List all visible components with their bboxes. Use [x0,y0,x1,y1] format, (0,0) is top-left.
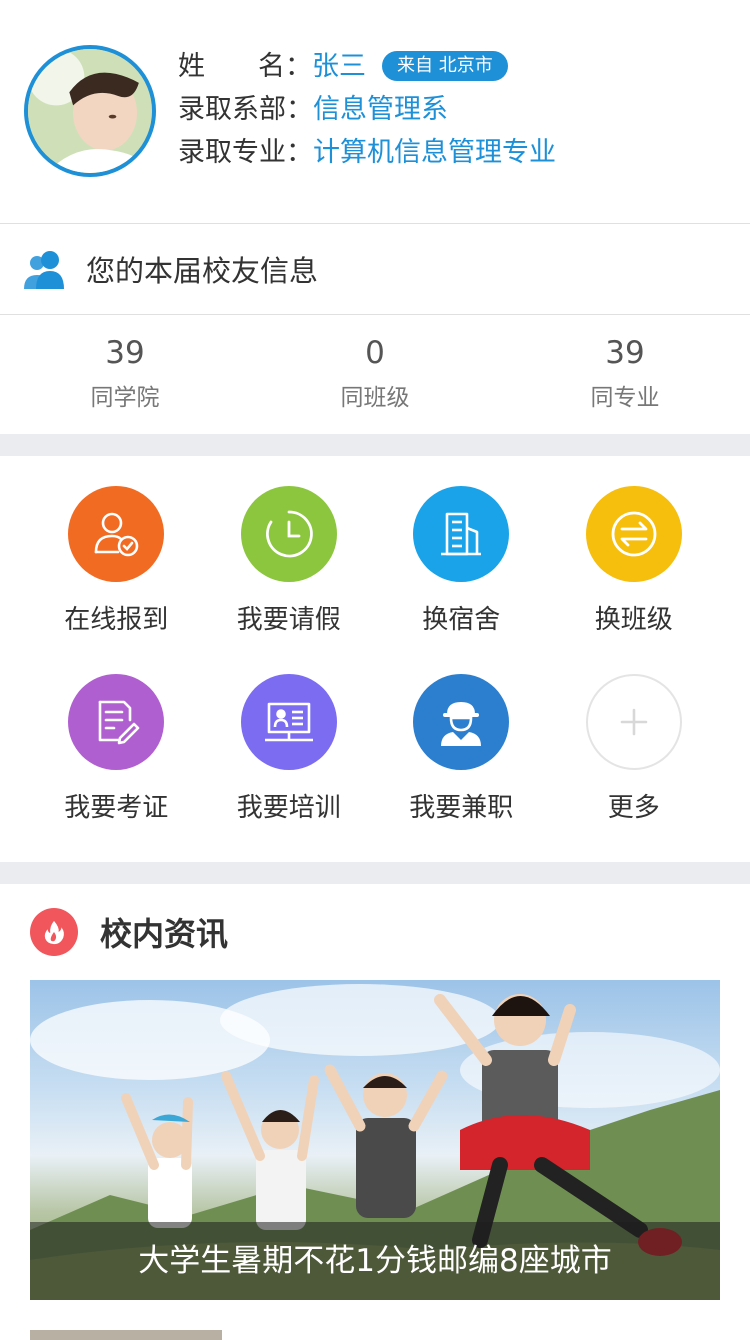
worker-icon [413,674,510,770]
section-divider [0,434,750,456]
part-time-job-button[interactable]: 我要兼职 [375,674,548,862]
user-check-icon [68,486,165,582]
stat-label: 同专业 [590,385,660,411]
profile-header: 姓名：张三 来自 北京市 录取系部：信息管理系 录取专业：计算机信息管理专业 [0,0,750,224]
stat-label: 同学院 [90,385,160,411]
certificate-edit-icon [68,674,165,770]
alumni-stats: 39 同学院 0 同班级 39 同专业 [0,315,750,434]
stat-value: 39 [105,335,145,371]
alumni-header: 您的本届校友信息 [0,224,750,315]
major-label: 录取专业： [178,137,313,168]
leave-request-button[interactable]: 我要请假 [203,486,376,674]
news-header: 校内资讯 [0,884,750,980]
function-label: 换宿舍 [422,605,501,635]
stat-same-major[interactable]: 39 同专业 [500,315,750,434]
function-label: 更多 [607,793,660,823]
change-dorm-button[interactable]: 换宿舍 [375,486,548,674]
news-caption: 大学生暑期不花1分钱邮编8座城市 [30,1222,720,1300]
news-title: 校内资讯 [100,915,229,953]
function-label: 我要兼职 [409,793,514,823]
function-label: 换班级 [594,605,673,635]
stat-label: 同班级 [340,385,410,411]
users-icon [24,251,64,289]
training-screen-icon [240,674,337,770]
function-label: 我要请假 [236,605,341,635]
news-banner[interactable]: 大学生暑期不花1分钱邮编8座城市 [30,980,720,1300]
avatar[interactable] [24,45,156,177]
stat-same-class[interactable]: 0 同班级 [250,315,500,434]
name-row: 姓名：张三 来自 北京市 [178,49,508,85]
function-grid: 在线报到 我要请假 换宿舍 换班级 我要考证 我要培训 我要兼职 更多 [0,456,750,862]
stat-value: 0 [365,335,385,371]
function-label: 我要培训 [236,793,341,823]
online-checkin-button[interactable]: 在线报到 [30,486,203,674]
plus-icon [585,674,682,770]
change-class-button[interactable]: 换班级 [548,486,721,674]
stat-value: 39 [605,335,645,371]
department-label: 录取系部： [178,94,313,125]
building-icon [413,486,510,582]
department-value: 信息管理系 [313,94,448,125]
alumni-title: 您的本届校友信息 [86,254,319,288]
clock-icon [240,486,337,582]
next-news-thumbnail[interactable] [30,1330,222,1340]
major-value: 计算机信息管理专业 [313,137,556,168]
department-row: 录取系部：信息管理系 [178,92,448,128]
major-row: 录取专业：计算机信息管理专业 [178,135,556,171]
fire-icon [30,908,78,956]
exam-certificate-button[interactable]: 我要考证 [30,674,203,862]
origin-badge: 来自 北京市 [382,51,508,81]
training-button[interactable]: 我要培训 [203,674,376,862]
function-label: 在线报到 [64,605,169,635]
more-button[interactable]: 更多 [548,674,721,862]
name-label: 姓名： [178,51,312,82]
swap-arrows-icon [585,486,682,582]
stat-same-college[interactable]: 39 同学院 [0,315,250,434]
student-name: 张三 [312,51,366,82]
section-divider [0,862,750,884]
function-label: 我要考证 [64,793,169,823]
